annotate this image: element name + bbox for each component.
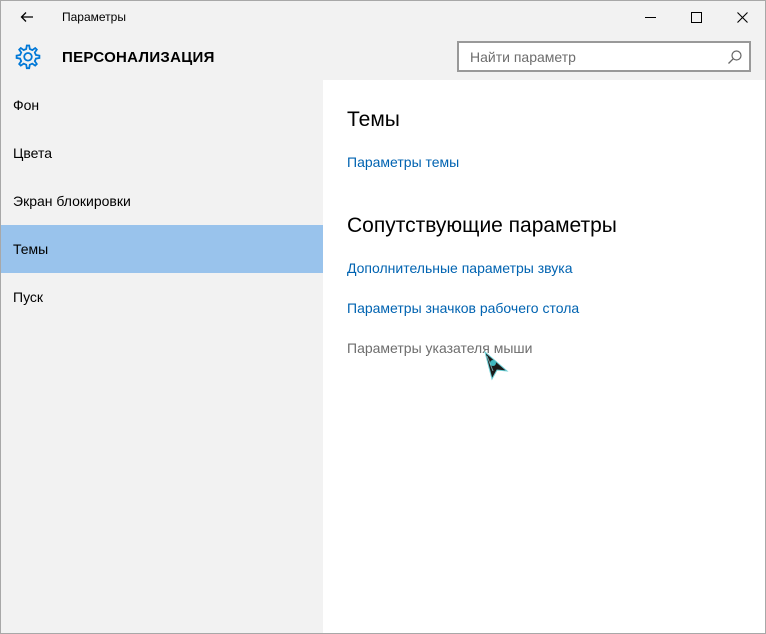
section-title-related: Сопутствующие параметры [347,214,617,237]
back-button[interactable] [7,2,47,32]
close-icon [736,11,748,23]
maximize-button[interactable] [673,1,719,33]
minimize-button[interactable] [627,1,673,33]
sidebar-item-themes[interactable]: Темы [1,225,323,273]
page-title: ПЕРСОНАЛИЗАЦИЯ [62,49,215,66]
title-bar: Параметры [1,1,765,33]
sound-settings-link[interactable]: Дополнительные параметры звука [347,260,573,276]
back-arrow-icon [20,12,33,22]
content-pane: Темы Параметры темы Сопутствующие параме… [323,80,765,633]
gear-icon [15,44,41,70]
desktop-icons-link[interactable]: Параметры значков рабочего стола [347,300,579,316]
mouse-cursor-icon [484,351,509,381]
settings-window: Параметры ПЕРСОНАЛИЗАЦИЯ Найти параметр … [0,0,766,634]
page-header: ПЕРСОНАЛИЗАЦИЯ [1,33,765,80]
sidebar-item-label: Темы [13,241,49,257]
window-title: Параметры [62,10,126,24]
sidebar-item-label: Цвета [13,145,52,161]
section-title-themes: Темы [347,108,400,131]
sidebar-item-background[interactable]: Фон [1,81,323,129]
search-input[interactable] [459,43,730,70]
sidebar-item-start[interactable]: Пуск [1,273,323,321]
sidebar-item-lock-screen[interactable]: Экран блокировки [1,177,323,225]
close-button[interactable] [719,1,765,33]
sidebar-item-colors[interactable]: Цвета [1,129,323,177]
search-icon[interactable] [727,49,743,65]
sidebar-item-label: Экран блокировки [13,193,131,209]
minimize-icon [644,16,656,18]
theme-settings-link[interactable]: Параметры темы [347,154,459,170]
sidebar-item-label: Пуск [13,289,44,305]
maximize-icon [690,11,702,23]
sidebar: Фон Цвета Экран блокировки Темы Пуск [1,80,323,633]
sidebar-item-label: Фон [13,97,40,113]
search-box[interactable] [457,41,751,72]
